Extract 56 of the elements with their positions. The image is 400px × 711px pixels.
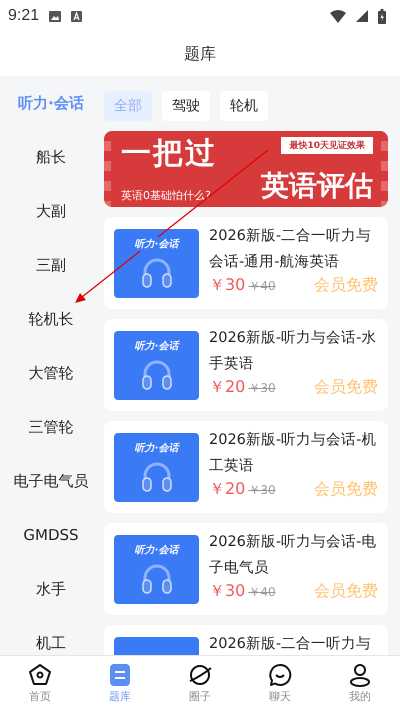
- document-icon: [109, 663, 131, 687]
- category-item[interactable]: 船长: [0, 130, 102, 184]
- course-title: 2026新版-听力与会话-水手英语: [209, 328, 378, 374]
- member-free-label: 会员免费: [314, 479, 378, 500]
- chat-icon: [268, 663, 292, 687]
- course-title: 2026新版-听力与会话-电子电气员: [209, 532, 378, 578]
- filter-tab[interactable]: 轮机: [220, 91, 268, 121]
- nav-tab[interactable]: 聊天: [240, 656, 320, 711]
- course-price: ￥30: [209, 581, 246, 602]
- member-free-label: 会员免费: [314, 581, 378, 602]
- original-price: ￥30: [248, 380, 276, 397]
- course-price: ￥20: [209, 479, 246, 500]
- category-item[interactable]: 机工: [0, 616, 102, 655]
- category-item[interactable]: 三副: [0, 238, 102, 292]
- course-price: ￥20: [209, 377, 246, 398]
- course-title: 2026新版-二合一听力与: [209, 634, 372, 654]
- member-free-label: 会员免费: [314, 377, 378, 398]
- member-free-label: 会员免费: [314, 275, 378, 296]
- category-item[interactable]: 大副: [0, 184, 102, 238]
- signal-icon: [356, 10, 368, 22]
- course-card[interactable]: 2026新版-二合一听力与: [104, 625, 388, 655]
- home-icon: [28, 663, 52, 687]
- original-price: ￥40: [248, 278, 276, 295]
- status-time: 9:21: [8, 7, 40, 25]
- nav-tab[interactable]: 首页: [0, 656, 80, 711]
- nav-tab[interactable]: 圈子: [160, 656, 240, 711]
- battery-icon: [378, 8, 386, 24]
- nav-tab[interactable]: 我的: [320, 656, 400, 711]
- banner-tag: 最快10天见证效果: [281, 137, 373, 154]
- original-price: ￥30: [248, 482, 276, 499]
- page-title: 题库: [184, 44, 216, 64]
- wifi-icon: [330, 10, 346, 22]
- original-price: ￥40: [248, 584, 276, 601]
- course-card[interactable]: 听力·会话 2026新版-听力与会话-水手英语 ￥20 ￥30 会员免费: [104, 319, 388, 411]
- course-price: ￥30: [209, 275, 246, 296]
- user-icon: [348, 663, 372, 687]
- image-icon: [49, 10, 62, 22]
- cover-label: 听力·会话: [132, 339, 180, 353]
- planet-icon: [187, 663, 213, 687]
- category-item[interactable]: 水手: [0, 562, 102, 616]
- cover-label: 听力·会话: [132, 237, 180, 251]
- course-title: 2026新版-听力与会话-机工英语: [209, 430, 378, 476]
- category-item[interactable]: 大管轮: [0, 346, 102, 400]
- category-item[interactable]: 三管轮: [0, 400, 102, 454]
- category-item[interactable]: 轮机长: [0, 292, 102, 346]
- filter-tab[interactable]: 驾驶: [162, 91, 210, 121]
- course-card[interactable]: 听力·会话 2026新版-听力与会话-电子电气员 ￥30 ￥40 会员免费: [104, 523, 388, 615]
- course-title: 2026新版-二合一听力与会话-通用-航海英语: [209, 226, 372, 272]
- banner-headline: 一把过: [121, 137, 217, 171]
- banner-title: 英语评估: [261, 169, 373, 203]
- course-card[interactable]: 听力·会话 2026新版-听力与会话-机工英语 ￥20 ￥30 会员免费: [104, 421, 388, 513]
- category-item[interactable]: GMDSS: [0, 508, 102, 562]
- category-item[interactable]: 电子电气员: [0, 454, 102, 508]
- cover-label: 听力·会话: [132, 543, 180, 557]
- course-card[interactable]: 听力·会话 2026新版-二合一听力与会话-通用-航海英语 ￥30 ￥40 会员免费: [104, 217, 388, 309]
- cover-label: 听力·会话: [132, 441, 180, 455]
